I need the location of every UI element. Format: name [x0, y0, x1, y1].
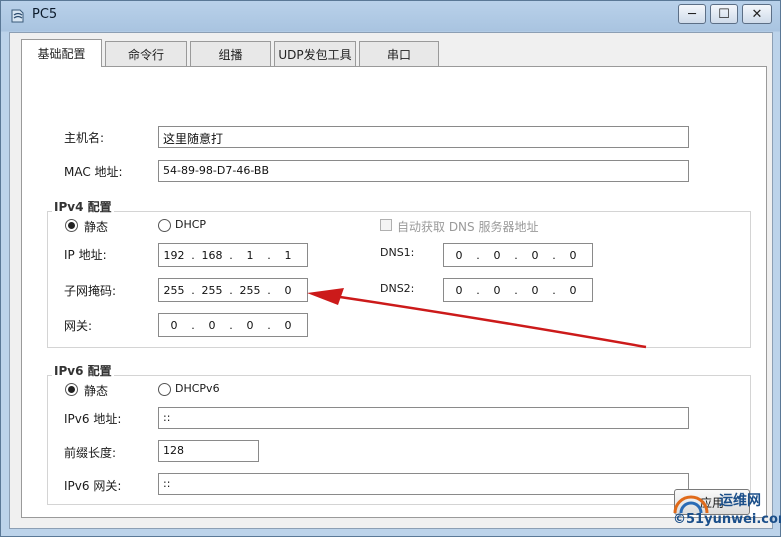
watermark-line-2: ©51yunwei.com	[673, 512, 781, 527]
gateway-octet-4: 0	[284, 318, 292, 332]
dns1-octet-1: 0	[455, 248, 463, 262]
mask-octet-2: 255	[201, 283, 223, 297]
ip-octet-1: 192	[163, 248, 185, 262]
dns2-octet-1: 0	[455, 283, 463, 297]
mask-octet-3: 255	[239, 283, 261, 297]
ip-address-input[interactable]: 192. 168. 1. 1	[158, 243, 308, 267]
dns1-input[interactable]: 0. 0. 0. 0	[443, 243, 593, 267]
ipv4-static-label: 静态	[84, 220, 109, 234]
tab-basic-config[interactable]: 基础配置	[21, 39, 102, 67]
dns2-octet-2: 0	[493, 283, 501, 297]
gateway-input[interactable]: 0. 0. 0. 0	[158, 313, 308, 337]
prefix-length-input[interactable]: 128	[158, 440, 259, 462]
tab-command-line[interactable]: 命令行	[105, 41, 187, 66]
tab-multicast[interactable]: 组播	[190, 41, 271, 66]
ipv6-gateway-label: IPv6 网关:	[64, 479, 122, 493]
tab-serial[interactable]: 串口	[359, 41, 439, 66]
dns2-octet-3: 0	[531, 283, 539, 297]
dns1-octet-4: 0	[569, 248, 577, 262]
ip-octet-3: 1	[246, 248, 254, 262]
ipv4-dhcp-radio[interactable]	[158, 219, 171, 232]
site-watermark: 运维网 ©51yunwei.com	[667, 488, 781, 534]
watermark-line-1: 运维网	[719, 493, 761, 509]
dns1-label: DNS1:	[380, 246, 415, 259]
dns1-octet-2: 0	[493, 248, 501, 262]
ipv6-static-radio[interactable]	[65, 383, 78, 396]
ipv6-address-input[interactable]: ::	[158, 407, 689, 429]
hostname-label: 主机名:	[64, 131, 105, 145]
ipv6-static-label: 静态	[84, 384, 109, 398]
ipv6-group-title: IPv6 配置	[52, 362, 114, 379]
gateway-octet-1: 0	[170, 318, 178, 332]
ipv4-group-title: IPv4 配置	[52, 198, 114, 215]
app-window: PC5 ─ ☐ ✕ 基础配置 命令行 组播 UDP发包工具 串口 主机名: 这里…	[0, 0, 781, 537]
mac-label: MAC 地址:	[64, 165, 123, 179]
tab-udp-tool[interactable]: UDP发包工具	[274, 41, 356, 66]
prefix-length-label: 前缀长度:	[64, 446, 117, 460]
hostname-input[interactable]: 这里随意打	[158, 126, 689, 148]
tab-panel-basic: 主机名: 这里随意打 MAC 地址: 54-89-98-D7-46-BB IPv…	[21, 66, 767, 518]
dns2-input[interactable]: 0. 0. 0. 0	[443, 278, 593, 302]
client-area: 基础配置 命令行 组播 UDP发包工具 串口 主机名: 这里随意打 MAC 地址…	[9, 32, 773, 529]
ipv6-address-label: IPv6 地址:	[64, 412, 122, 426]
dns2-octet-4: 0	[569, 283, 577, 297]
mask-octet-1: 255	[163, 283, 185, 297]
subnet-mask-label: 子网掩码:	[64, 284, 117, 298]
ip-address-label: IP 地址:	[64, 248, 107, 262]
gateway-octet-2: 0	[208, 318, 216, 332]
ipv4-dhcp-label: DHCP	[175, 218, 207, 231]
subnet-mask-input[interactable]: 255. 255. 255. 0	[158, 278, 308, 302]
dns1-octet-3: 0	[531, 248, 539, 262]
gateway-octet-3: 0	[246, 318, 254, 332]
dns2-label: DNS2:	[380, 282, 415, 295]
window-title: PC5	[32, 7, 58, 22]
ipv4-static-radio[interactable]	[65, 219, 78, 232]
app-icon	[11, 9, 24, 23]
ip-octet-2: 168	[201, 248, 223, 262]
minimize-button[interactable]: ─	[678, 4, 706, 24]
ip-octet-4: 1	[284, 248, 292, 262]
mac-field: 54-89-98-D7-46-BB	[158, 160, 689, 182]
maximize-button[interactable]: ☐	[710, 4, 738, 24]
ipv6-dhcpv6-radio[interactable]	[158, 383, 171, 396]
close-button[interactable]: ✕	[742, 4, 772, 24]
gateway-label: 网关:	[64, 319, 93, 333]
auto-dns-checkbox[interactable]	[380, 219, 392, 231]
mask-octet-4: 0	[284, 283, 292, 297]
title-bar[interactable]: PC5 ─ ☐ ✕	[1, 1, 780, 31]
ipv6-dhcpv6-label: DHCPv6	[175, 382, 220, 395]
auto-dns-label: 自动获取 DNS 服务器地址	[397, 220, 539, 234]
ipv6-gateway-input[interactable]: ::	[158, 473, 689, 495]
